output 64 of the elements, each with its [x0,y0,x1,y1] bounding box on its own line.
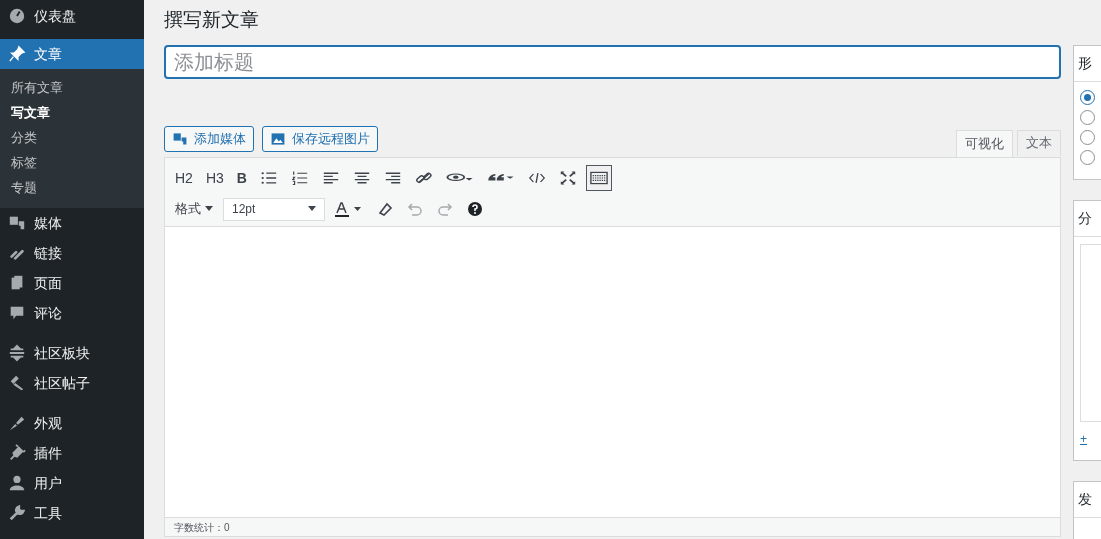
title-input-field[interactable]: 添加标题 [164,45,1061,79]
align-left-icon [321,170,340,186]
user-icon [8,474,26,492]
keyboard-icon [589,170,608,186]
editor-tab[interactable]: 文本 [1017,130,1061,156]
sidebar-menu-item[interactable]: 插件 [0,438,144,468]
sidebar-menu-item[interactable]: 文章 [0,39,144,69]
media-button[interactable]: 保存远程图片 [262,126,378,152]
format-button[interactable]: H3 [201,165,228,191]
submenu-item[interactable]: 所有文章 [0,76,144,101]
caret-icon [205,206,213,212]
submenu-item[interactable]: 专题 [0,176,144,201]
media-icon [8,214,26,232]
align-center-icon [352,170,371,186]
submenu-item[interactable]: 写文章 [0,101,144,126]
editor-tab[interactable]: 可视化 [956,130,1013,157]
undo-icon [407,201,423,217]
sidebar-menu-item[interactable]: 用户 [0,468,144,498]
sidebar-menu-item[interactable]: 链接 [0,238,144,268]
numbered-list-icon [290,170,309,186]
help-icon [467,201,485,217]
bulleted-list-icon [259,170,278,186]
caret-icon [308,206,316,212]
sidebar-menu-item[interactable]: 社区帖子 [0,368,144,398]
media-button[interactable]: 添加媒体 [164,126,254,152]
format-button[interactable]: H2 [171,165,197,191]
eraser-icon [377,201,393,217]
add-category-link[interactable]: + [1080,430,1101,448]
font-size-select[interactable]: 12pt [223,197,325,221]
radio-button[interactable] [1080,110,1095,125]
redo-icon [437,201,453,217]
radio-button[interactable] [1080,90,1095,105]
panel-title: 分 [1078,209,1092,228]
submenu-item[interactable]: 分类 [0,126,144,151]
stack-icon [8,344,26,362]
sidebar-menu-item[interactable]: 仪表盘 [0,1,144,31]
media-icon [172,131,188,147]
fullscreen-icon [558,170,577,186]
toolbar-button[interactable] [585,165,612,191]
submenu-item[interactable]: 标签 [0,151,144,176]
page-title: 撰写新文章 [164,8,260,32]
align-right-icon [383,170,402,186]
brush-icon [8,414,26,432]
sidebar-menu-item[interactable]: 外观 [0,408,144,438]
code-icon [527,170,546,186]
wrench-icon [8,504,26,522]
plug-icon [8,444,26,462]
panel-title: 形 [1078,54,1092,73]
dashboard-icon [8,7,26,25]
sidebar-menu-item[interactable]: 工具 [0,498,144,528]
sidebar-menu-item[interactable]: 评论 [0,298,144,328]
radio-button[interactable] [1080,130,1095,145]
word-count: 字数统计：0 [174,520,230,535]
text-color-dropdown-icon [335,201,363,217]
comment-icon [8,304,26,322]
sidebar-menu-item[interactable]: 媒体 [0,208,144,238]
panel-title: 发 [1078,490,1092,509]
format-dropdown[interactable]: 格式 [171,197,217,221]
radio-button[interactable] [1080,150,1095,165]
pin-icon [8,45,26,63]
format-button[interactable]: B [232,165,251,191]
sidebar-menu-item[interactable]: 社区板块 [0,338,144,368]
sidebar-menu-item[interactable]: 页面 [0,268,144,298]
image-icon [270,131,286,147]
